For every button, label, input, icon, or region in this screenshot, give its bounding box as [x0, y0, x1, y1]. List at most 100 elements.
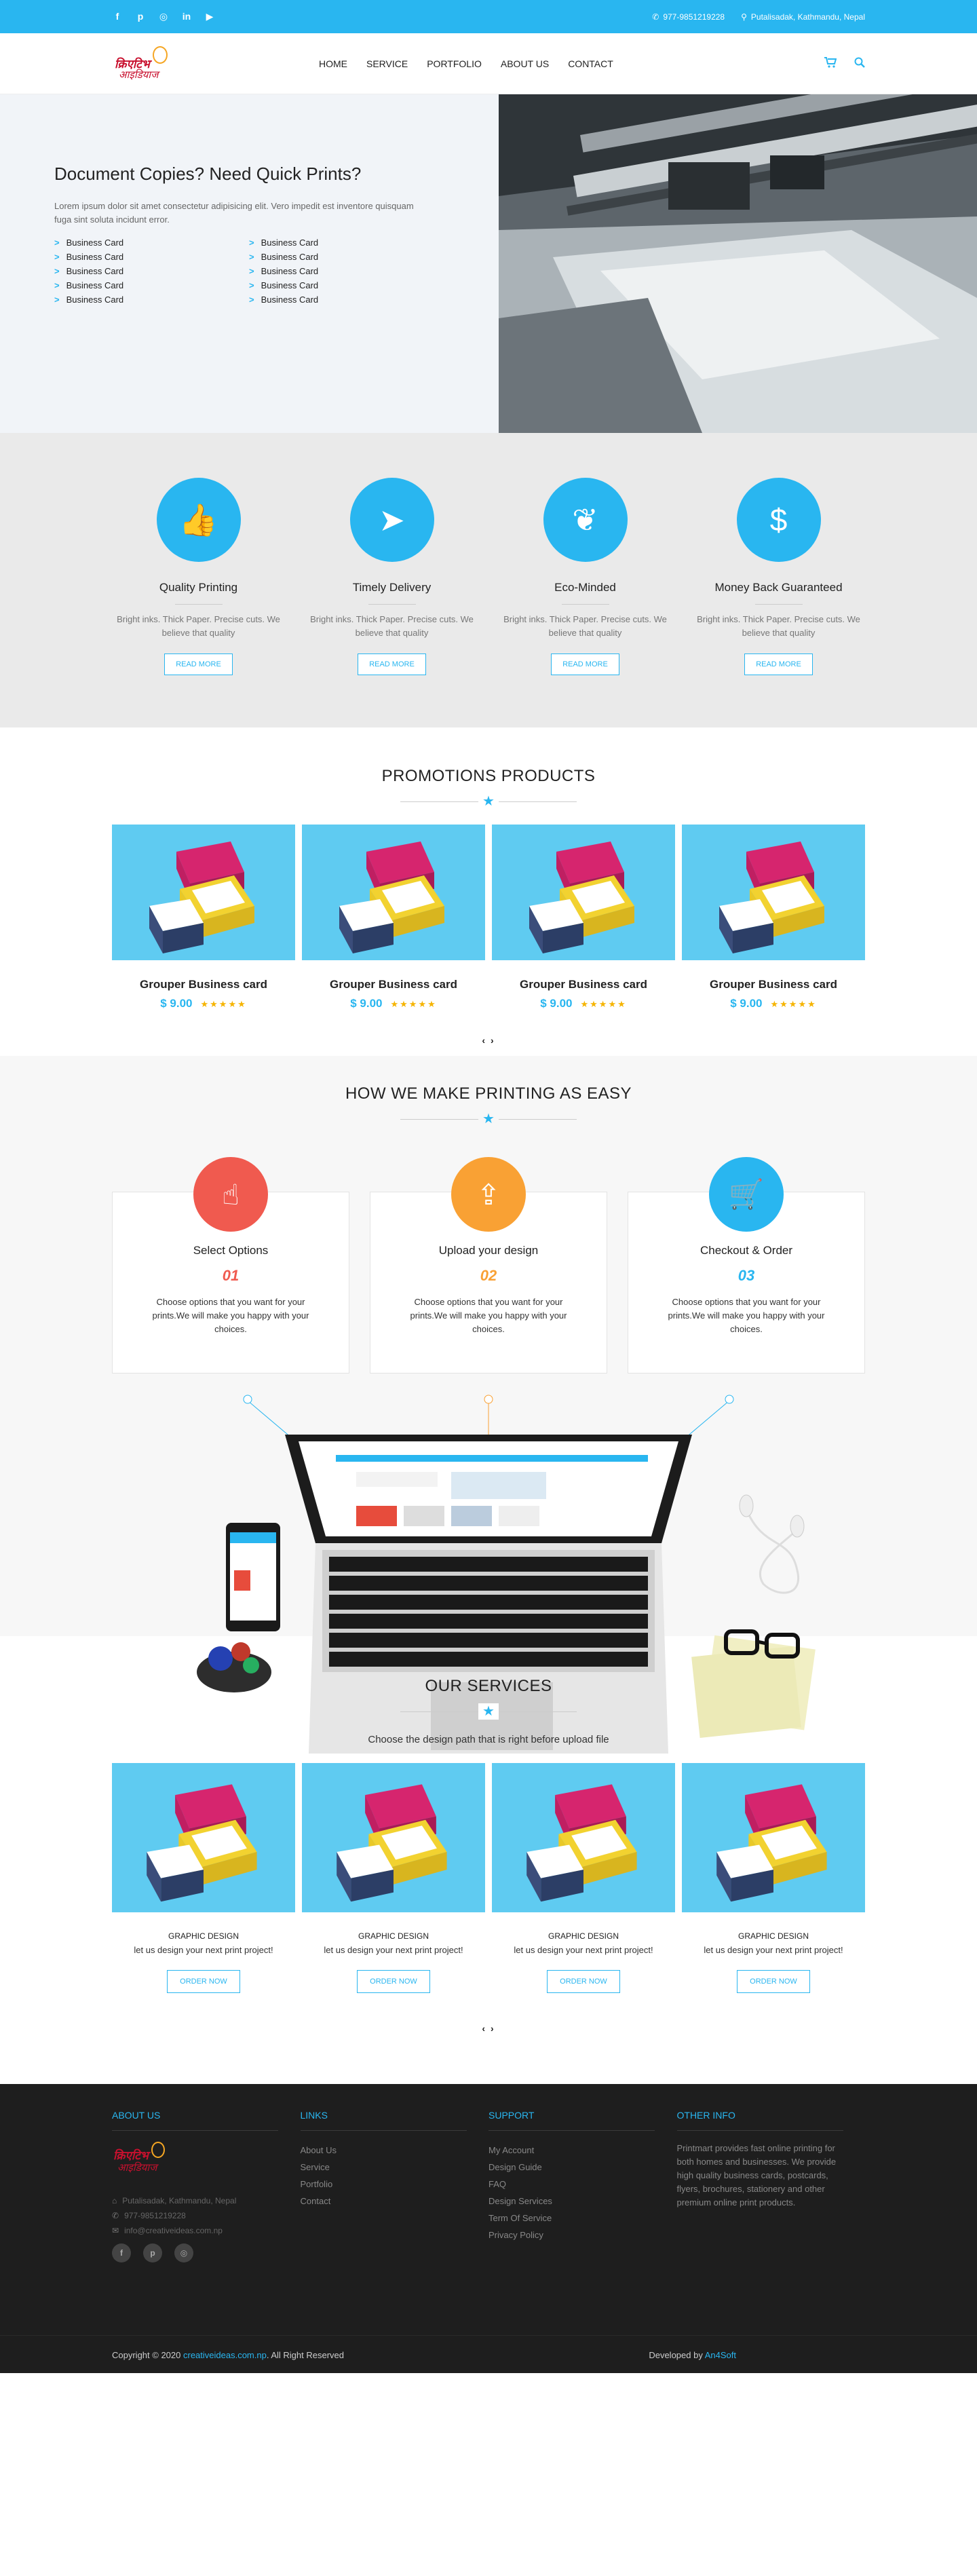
footer-link[interactable]: Design Guide [488, 2159, 677, 2176]
arrow-icon: > [54, 280, 60, 290]
service-image [112, 1763, 295, 1912]
nav-contact[interactable]: CONTACT [568, 58, 613, 69]
copyright-link[interactable]: creativeideas.com.np [183, 2350, 267, 2360]
product-name[interactable]: Grouper Business card [302, 978, 485, 991]
instagram-icon[interactable]: ◎ [158, 11, 169, 22]
linkedin-icon[interactable]: in [181, 11, 192, 22]
carousel-arrows[interactable]: ‹ › [112, 1035, 865, 1046]
feature-card: $ Money Back Guaranteed Bright inks. Thi… [692, 478, 865, 675]
feature-title: Eco-Minded [554, 581, 616, 594]
step-card: 🛒 Checkout & Order 03 Choose options tha… [628, 1157, 865, 1374]
nav-home[interactable]: HOME [319, 58, 347, 69]
step-title: Select Options [193, 1244, 269, 1257]
product-card[interactable]: Grouper Business card $ 9.00 ★★★★★ [492, 825, 675, 1010]
how-it-works-section: HOW WE MAKE PRINTING AS EASY ★ ☝ Select … [0, 1056, 977, 1754]
service-text: let us design your next print project! [704, 1945, 843, 1955]
feature-text: Bright inks. Thick Paper. Precise cuts. … [117, 614, 280, 638]
nav-service[interactable]: SERVICE [366, 58, 408, 69]
footer-logo[interactable]: क्रिएटिभ आइडियाज [112, 2142, 173, 2182]
product-name[interactable]: Grouper Business card [492, 978, 675, 991]
upload-file-icon: ⇪ [451, 1157, 526, 1232]
list-item: > Business Card [54, 252, 124, 262]
footer-link[interactable]: My Account [488, 2142, 677, 2159]
footer-link[interactable]: Service [301, 2159, 489, 2176]
carousel-arrows[interactable]: ‹ › [112, 2023, 865, 2034]
footer-heading: LINKS [300, 2110, 467, 2131]
feature-card: 👍 Quality Printing Bright inks. Thick Pa… [112, 478, 285, 675]
list-item: > Business Card [249, 295, 319, 305]
product-image[interactable] [682, 825, 865, 960]
divider [174, 604, 223, 605]
footer-link[interactable]: Term Of Service [488, 2210, 677, 2227]
header-icons [824, 56, 865, 71]
services-section: OUR SERVICES ★ Choose the design path th… [0, 1636, 977, 2084]
copyright-text: Copyright © 2020 creativeideas.com.np. A… [112, 2349, 344, 2360]
leaf-icon: ❦ [543, 478, 628, 562]
product-price: $ 9.00 [160, 997, 193, 1010]
hero-content: Document Copies? Need Quick Prints? Lore… [0, 94, 499, 433]
footer-link[interactable]: About Us [301, 2142, 489, 2159]
developer-link[interactable]: An4Soft [705, 2350, 736, 2360]
instagram-icon[interactable]: ◎ [174, 2243, 193, 2262]
product-price: $ 9.00 [350, 997, 383, 1010]
list-item: > Business Card [54, 280, 124, 290]
footer-link[interactable]: Contact [301, 2193, 489, 2210]
order-now-button[interactable]: ORDER NOW [167, 1970, 240, 1993]
service-name: GRAPHIC DESIGN [548, 1931, 619, 1941]
list-item: > Business Card [249, 252, 319, 262]
cart-icon[interactable] [824, 56, 837, 71]
section-heading: PROMOTIONS PRODUCTS ★ [112, 767, 865, 810]
phone-icon: ✆ [112, 2211, 119, 2220]
order-now-button[interactable]: ORDER NOW [357, 1970, 430, 1993]
footer-other-text: Printmart provides fast online printing … [676, 2143, 837, 2208]
nav-about-us[interactable]: ABOUT US [501, 58, 549, 69]
title-divider: ★ [400, 1703, 577, 1720]
nav-portfolio[interactable]: PORTFOLIO [427, 58, 482, 69]
features-section: 👍 Quality Printing Bright inks. Thick Pa… [0, 433, 977, 727]
facebook-icon[interactable]: f [112, 11, 123, 22]
product-name[interactable]: Grouper Business card [112, 978, 295, 991]
divider [754, 604, 803, 605]
services-carousel: GRAPHIC DESIGN let us design your next p… [112, 1763, 865, 1993]
product-card[interactable]: Grouper Business card $ 9.00 ★★★★★ [682, 825, 865, 1010]
step-number: 02 [480, 1267, 497, 1284]
step-text: Choose options that you want for your pr… [668, 1297, 825, 1334]
footer-email[interactable]: info@creativeideas.com.np [124, 2226, 223, 2235]
read-more-button[interactable]: READ MORE [164, 654, 233, 675]
hero-text: Lorem ipsum dolor sit amet consectetur a… [54, 201, 414, 225]
pinterest-icon[interactable]: p [135, 11, 146, 22]
thumbs-up-icon: 👍 [156, 478, 241, 562]
feature-card: ❦ Eco-Minded Bright inks. Thick Paper. P… [499, 478, 672, 675]
feature-card: ➤ Timely Delivery Bright inks. Thick Pap… [305, 478, 478, 675]
site-logo[interactable]: क्रिएटिभ आइडियाज [112, 43, 173, 84]
read-more-button[interactable]: READ MORE [744, 654, 813, 675]
product-image[interactable] [112, 825, 295, 960]
service-card: GRAPHIC DESIGN let us design your next p… [682, 1763, 865, 1993]
logo-ring [153, 46, 168, 64]
product-name[interactable]: Grouper Business card [682, 978, 865, 991]
order-now-button[interactable]: ORDER NOW [547, 1970, 620, 1993]
product-card[interactable]: Grouper Business card $ 9.00 ★★★★★ [302, 825, 485, 1010]
read-more-button[interactable]: READ MORE [358, 654, 426, 675]
product-card[interactable]: Grouper Business card $ 9.00 ★★★★★ [112, 825, 295, 1010]
contact-info: ✆ 977-9851219228 ⚲ Putalisadak, Kathmandu,… [652, 12, 865, 22]
divider [368, 604, 416, 605]
footer-link[interactable]: FAQ [488, 2176, 677, 2193]
search-icon[interactable] [854, 57, 865, 71]
footer-link[interactable]: Privacy Policy [488, 2227, 677, 2243]
product-image[interactable] [492, 825, 675, 960]
feature-title: Timely Delivery [352, 581, 432, 594]
pinterest-icon[interactable]: p [143, 2243, 162, 2262]
footer-link[interactable]: Design Services [488, 2193, 677, 2210]
top-bar: f p ◎ in ▶ ✆ 977-9851219228 ⚲ Putalisadak,… [0, 0, 977, 33]
facebook-icon[interactable]: f [112, 2243, 131, 2262]
youtube-icon[interactable]: ▶ [204, 11, 215, 22]
copyright-bar: Copyright © 2020 creativeideas.com.np. A… [0, 2335, 977, 2373]
read-more-button[interactable]: READ MORE [551, 654, 619, 675]
footer-link[interactable]: Portfolio [301, 2176, 489, 2193]
arrow-icon: > [54, 252, 60, 262]
step-number: 03 [737, 1267, 755, 1284]
product-image[interactable] [302, 825, 485, 960]
step-title: Checkout & Order [700, 1244, 793, 1257]
order-now-button[interactable]: ORDER NOW [737, 1970, 810, 1993]
